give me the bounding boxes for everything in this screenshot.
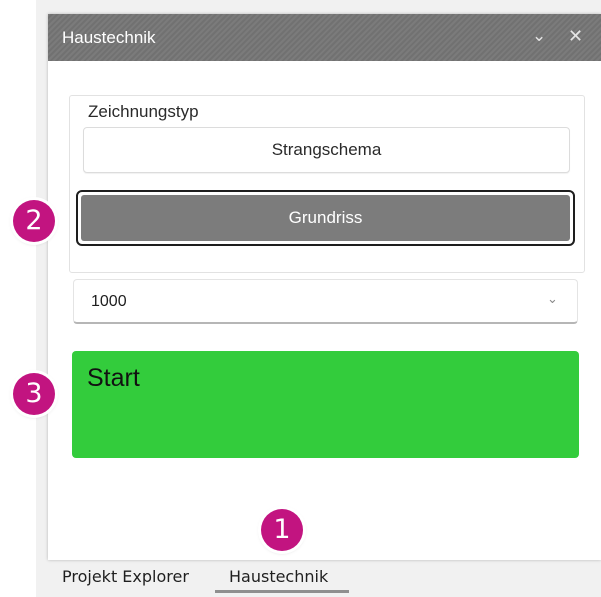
- panel-title: Haustechnik: [62, 28, 156, 47]
- tab-haustechnik[interactable]: Haustechnik: [229, 567, 328, 586]
- start-button[interactable]: Start: [72, 351, 579, 458]
- annotation-badge-3: 3: [13, 373, 55, 415]
- chevron-down-icon: ⌄: [547, 291, 558, 306]
- chevron-down-icon[interactable]: ⌄: [532, 24, 546, 48]
- annotation-badge-1: 1: [261, 509, 303, 551]
- panel-titlebar: Haustechnik ⌄ ✕: [48, 14, 601, 61]
- drawing-type-legend: Zeichnungstyp: [84, 102, 203, 122]
- haustechnik-panel: Haustechnik ⌄ ✕ Zeichnungstyp Strangsche…: [48, 14, 601, 560]
- annotation-badge-2: 2: [13, 200, 55, 242]
- tab-projekt-explorer[interactable]: Projekt Explorer: [62, 567, 189, 586]
- active-tab-indicator: [215, 590, 349, 593]
- close-icon[interactable]: ✕: [568, 24, 583, 48]
- strangschema-button[interactable]: Strangschema: [83, 127, 570, 173]
- start-button-label: Start: [87, 364, 140, 392]
- grundriss-button[interactable]: Grundriss: [81, 195, 570, 241]
- scale-select[interactable]: 1000 ⌄: [73, 279, 578, 324]
- scale-select-value: 1000: [91, 293, 127, 310]
